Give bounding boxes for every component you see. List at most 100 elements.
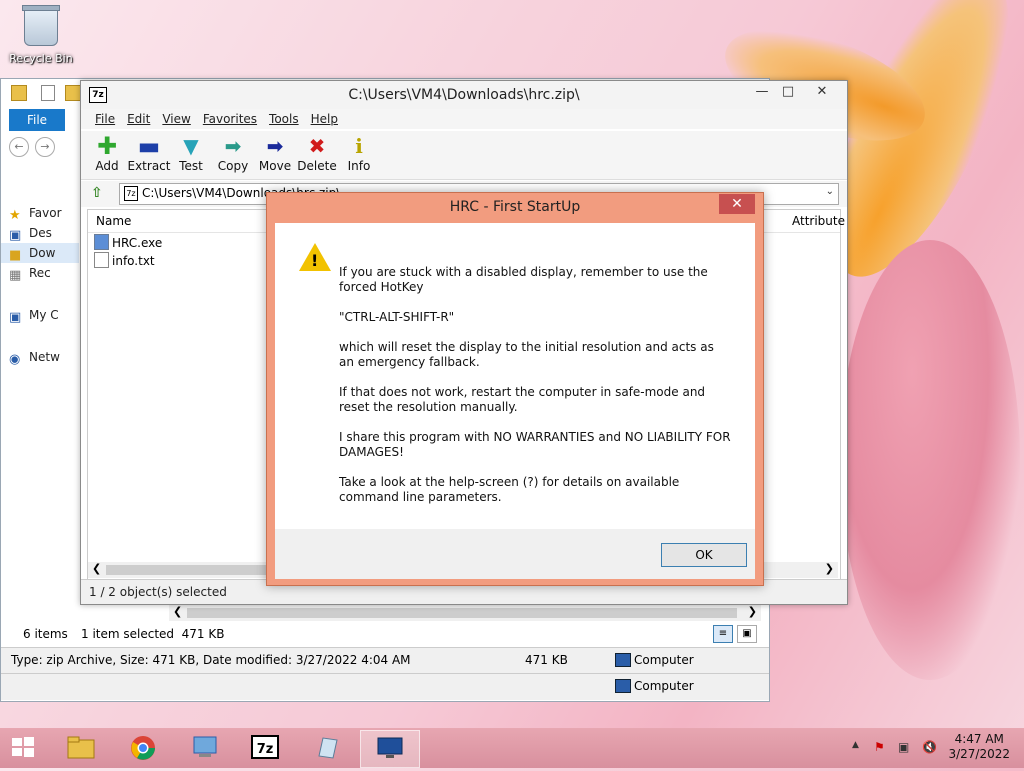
taskbar-chrome[interactable]: [114, 730, 172, 766]
computer-icon: [615, 679, 631, 693]
menu-file[interactable]: File: [89, 109, 121, 129]
file-size: 471 KB: [525, 653, 568, 667]
close-button[interactable]: ✕: [809, 83, 835, 101]
column-attributes[interactable]: Attribute: [792, 214, 845, 228]
computer-icon: [615, 653, 631, 667]
star-icon: ★: [9, 208, 21, 223]
taskbar-notepad[interactable]: [298, 730, 356, 766]
explorer-horizontal-scrollbar[interactable]: ❮ ❯: [169, 605, 761, 621]
message-paragraph: If you are stuck with a disabled display…: [339, 265, 708, 294]
location-label: Computer: [634, 653, 694, 667]
file-tab[interactable]: File: [9, 109, 65, 131]
text-file-icon: [94, 252, 109, 268]
scroll-right-icon[interactable]: ❯: [748, 605, 757, 618]
display-icon: [375, 735, 405, 763]
7zip-icon: 7z: [250, 734, 280, 762]
dialog-footer: OK: [275, 529, 755, 579]
start-icon: [10, 734, 36, 762]
system-clock[interactable]: 4:47 AM 3/27/2022: [948, 732, 1010, 762]
scroll-thumb[interactable]: [106, 565, 266, 575]
desktop-icon: ▣: [9, 228, 22, 243]
delete-button[interactable]: ✖ Delete: [295, 135, 339, 173]
dialog-close-button[interactable]: ✕: [719, 194, 755, 214]
extract-button[interactable]: ▬ Extract: [127, 134, 171, 173]
menu-edit[interactable]: Edit: [121, 109, 156, 129]
dialog-message: If you are stuck with a disabled display…: [339, 265, 731, 520]
tree-item-computer[interactable]: ▣ My C: [1, 305, 79, 325]
move-button[interactable]: ➡ Move: [253, 135, 297, 173]
minimize-button[interactable]: —: [749, 83, 775, 101]
properties-icon[interactable]: [41, 85, 55, 101]
message-paragraph: If that does not work, restart the compu…: [339, 385, 706, 414]
scroll-thumb[interactable]: [187, 608, 737, 618]
add-icon: ✚: [96, 132, 118, 160]
scroll-left-icon[interactable]: ❮: [173, 605, 182, 618]
tree-item-network[interactable]: ◉ Netw: [1, 347, 79, 367]
ok-button[interactable]: OK: [661, 543, 747, 567]
large-icons-view-icon[interactable]: ▣: [737, 625, 757, 643]
scroll-left-icon[interactable]: ❮: [92, 562, 101, 575]
wallpaper-petal: [840, 240, 1020, 680]
menu-help[interactable]: Help: [305, 109, 344, 129]
message-hotkey: "CTRL-ALT-SHIFT-R": [339, 310, 455, 324]
tree-item-downloads[interactable]: ■ Dow: [1, 243, 79, 263]
navigation-buttons: ← →: [9, 137, 79, 165]
test-button[interactable]: ▼ Test: [169, 135, 213, 173]
forward-icon[interactable]: →: [35, 137, 55, 157]
info-button[interactable]: i Info: [337, 135, 381, 173]
list-item[interactable]: HRC.exe: [94, 234, 162, 252]
file-details: Type: zip Archive, Size: 471 KB, Date mo…: [11, 653, 411, 667]
new-folder-icon[interactable]: [65, 85, 81, 101]
chevron-down-icon[interactable]: ⌄: [826, 186, 834, 197]
toolbar: ✚ Add ▬ Extract ▼ Test ➡ Copy ➡ Move ✖ Delete …: [81, 131, 847, 180]
action-center-flag-icon[interactable]: ⚑: [874, 740, 885, 754]
window-title: C:\Users\VM4\Downloads\hrc.zip\: [348, 87, 580, 103]
back-icon[interactable]: ←: [9, 137, 29, 157]
tree-item-recent[interactable]: ▦ Rec: [1, 263, 79, 283]
details-pane: Type: zip Archive, Size: 471 KB, Date mo…: [1, 647, 769, 674]
details-pane-secondary: Computer: [1, 673, 769, 700]
clock-date: 3/27/2022: [948, 747, 1010, 761]
recent-places-icon: ▦: [9, 268, 22, 283]
navigation-pane: ★ Favor ▣ Des ■ Dow ▦ Rec ▣ My C ◉ Netw: [1, 203, 81, 367]
volume-muted-icon[interactable]: 🔇: [922, 740, 937, 754]
file-explorer-icon: [66, 734, 96, 762]
move-icon: ➡: [266, 134, 284, 158]
maximize-button[interactable]: □: [775, 83, 801, 101]
selection-status: 1 / 2 object(s) selected: [89, 585, 227, 599]
menu-view[interactable]: View: [156, 109, 196, 129]
show-hidden-icons-icon[interactable]: ▲: [852, 740, 859, 750]
up-folder-icon[interactable]: ⇧: [91, 185, 103, 201]
column-name[interactable]: Name: [96, 214, 131, 228]
title-bar[interactable]: 7z C:\Users\VM4\Downloads\hrc.zip\ — □ ✕: [81, 81, 847, 109]
tree-item-favorites[interactable]: ★ Favor: [1, 203, 79, 223]
tree-item-desktop[interactable]: ▣ Des: [1, 223, 79, 243]
selection-info: 1 item selected 471 KB: [81, 627, 225, 641]
location-label: Computer: [634, 679, 694, 693]
menu-tools[interactable]: Tools: [263, 109, 305, 129]
taskbar-7zip[interactable]: 7z: [236, 730, 294, 766]
taskbar-file-explorer[interactable]: [52, 730, 110, 766]
add-button[interactable]: ✚ Add: [85, 132, 129, 173]
recycle-bin[interactable]: Recycle Bin: [8, 5, 74, 65]
clock-time: 4:47 AM: [954, 732, 1004, 746]
scroll-right-icon[interactable]: ❯: [825, 562, 834, 575]
taskbar-display-app[interactable]: [360, 730, 420, 768]
notepad-icon: [312, 734, 342, 762]
item-count: 6 items: [23, 627, 68, 641]
svg-text:7z: 7z: [257, 742, 274, 757]
copy-icon: ➡: [224, 134, 242, 158]
dialog-title: HRC - First StartUp: [449, 199, 581, 215]
network-tray-icon[interactable]: ▣: [898, 740, 909, 754]
folder-down-icon[interactable]: [11, 85, 27, 101]
downloads-folder-icon: ■: [9, 248, 22, 263]
copy-button[interactable]: ➡ Copy: [211, 135, 255, 173]
list-item[interactable]: info.txt: [94, 252, 155, 270]
menu-favorites[interactable]: Favorites: [197, 109, 263, 129]
start-button[interactable]: [0, 730, 48, 766]
test-icon: ▼: [183, 134, 199, 158]
taskbar-control-panel[interactable]: [176, 730, 234, 766]
details-view-icon[interactable]: ≡: [713, 625, 733, 643]
exe-file-icon: [94, 234, 109, 250]
info-icon: i: [355, 134, 363, 158]
